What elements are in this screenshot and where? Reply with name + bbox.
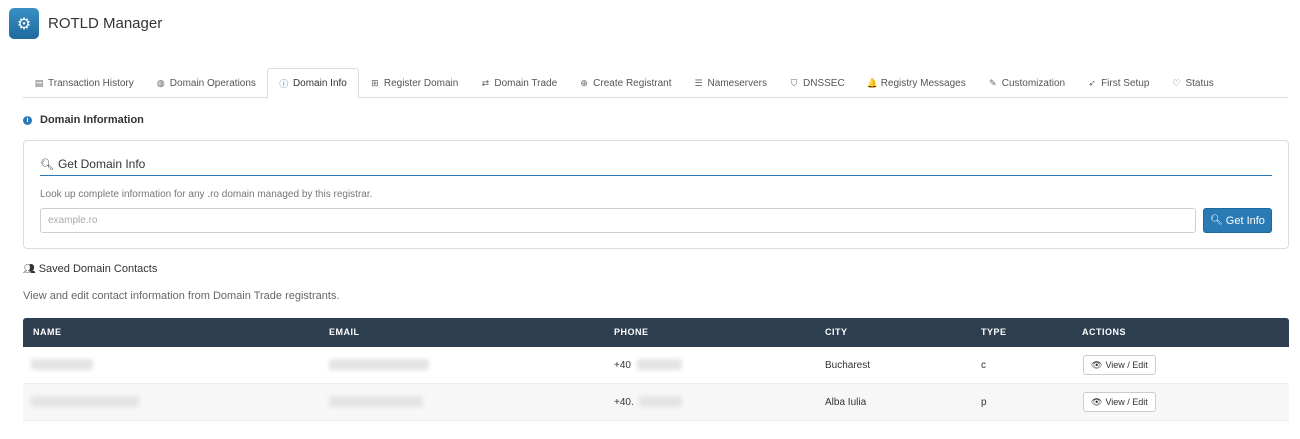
contacts-description: View and edit contact information from D… <box>23 290 340 302</box>
tab-nameservers[interactable]: ☰ Nameservers <box>683 68 778 98</box>
column-header-name: NAME <box>33 327 62 337</box>
redacted-email <box>329 359 429 370</box>
shield-icon: ⛉ <box>790 77 798 88</box>
eye-icon: 👁︎ <box>1091 359 1103 370</box>
redacted-name <box>31 359 93 370</box>
info-icon: i <box>23 115 32 125</box>
phone-prefix: +40. <box>614 397 634 408</box>
view-edit-button[interactable]: 👁︎ View / Edit <box>1083 355 1156 375</box>
search-icon: 🔍︎ <box>1210 215 1223 226</box>
contacts-table: NAME EMAIL PHONE CITY TYPE ACTIONS +40 B… <box>23 318 1289 421</box>
column-header-phone: PHONE <box>614 327 649 337</box>
column-header-email: EMAIL <box>329 327 360 337</box>
tab-status[interactable]: ♡ Status <box>1160 68 1224 98</box>
app-title: ROTLD Manager <box>48 15 163 32</box>
domain-input[interactable] <box>40 208 1196 233</box>
tab-label: Domain Info <box>292 78 347 89</box>
tab-label: First Setup <box>1101 77 1150 89</box>
tab-customization[interactable]: ✎ Customization <box>977 68 1076 98</box>
app-header: ⚙ ROTLD Manager <box>9 8 162 39</box>
gear-icon: ⚙ <box>9 8 39 39</box>
get-info-label: Get Info <box>1225 214 1265 227</box>
users-icon: 👥︎ <box>23 263 36 275</box>
heartbeat-icon: ♡ <box>1172 77 1181 88</box>
tab-label: DNSSEC <box>803 77 845 89</box>
search-icon: 🔍︎ <box>40 158 54 171</box>
city-cell: Bucharest <box>825 360 871 371</box>
tab-label: Create Registrant <box>593 77 672 89</box>
globe-icon: ◍ <box>156 77 165 88</box>
panel-divider <box>40 175 1272 176</box>
tab-first-setup[interactable]: ➶ First Setup <box>1076 68 1160 98</box>
column-header-type: TYPE <box>981 327 1007 337</box>
tab-registry-messages[interactable]: 🔔 Registry Messages <box>856 68 977 98</box>
redacted-phone <box>637 359 682 370</box>
panel-title: 🔍︎ Get Domain Info <box>40 157 145 171</box>
rocket-icon: ➶ <box>1088 77 1096 88</box>
tab-bar: ▤ Transaction History ◍ Domain Operations … <box>23 68 1288 99</box>
redacted-phone <box>639 396 682 407</box>
section-title-text: Domain Information <box>40 114 144 126</box>
column-header-actions: ACTIONS <box>1082 327 1126 337</box>
domain-lookup-panel: 🔍︎ Get Domain Info Look up complete info… <box>23 140 1289 249</box>
tab-domain-info[interactable]: ⓘ Domain Info <box>266 68 359 99</box>
panel-description: Look up complete information for any .ro… <box>40 189 373 200</box>
contacts-title: 👥︎ Saved Domain Contacts <box>23 263 157 275</box>
tab-label: Register Domain <box>383 77 459 89</box>
contacts-title-text: Saved Domain Contacts <box>38 263 158 275</box>
tab-create-registrant[interactable]: ⊕ Create Registrant <box>568 68 682 98</box>
view-edit-label: View / Edit <box>1105 360 1148 370</box>
tab-transaction-history[interactable]: ▤ Transaction History <box>23 68 145 98</box>
tab-label: Registry Messages <box>880 77 966 89</box>
type-cell: p <box>981 397 987 408</box>
server-icon: ☰ <box>694 77 703 88</box>
table-row: +40 Bucharest c 👁︎ View / Edit <box>23 347 1289 384</box>
city-cell: Alba Iulia <box>825 397 867 408</box>
redacted-email <box>329 396 423 407</box>
list-icon: ▤ <box>34 77 44 88</box>
tab-label: Domain Operations <box>169 77 256 89</box>
column-header-city: CITY <box>825 327 848 337</box>
redacted-name <box>31 396 139 407</box>
tab-domain-trade[interactable]: ⇄ Domain Trade <box>469 68 568 98</box>
view-edit-label: View / Edit <box>1105 397 1148 407</box>
tab-domain-operations[interactable]: ◍ Domain Operations <box>145 68 267 98</box>
bell-icon: 🔔 <box>866 77 878 88</box>
view-edit-button[interactable]: 👁︎ View / Edit <box>1083 392 1156 412</box>
eye-icon: 👁︎ <box>1091 396 1103 407</box>
tab-register-domain[interactable]: ⊞ Register Domain <box>359 68 469 98</box>
section-title: i Domain Information <box>23 114 144 126</box>
tab-label: Domain Trade <box>494 77 558 89</box>
table-row: +40. Alba Iulia p 👁︎ View / Edit <box>23 384 1289 421</box>
info-icon: ⓘ <box>279 79 289 89</box>
exchange-icon: ⇄ <box>481 77 490 88</box>
table-header: NAME EMAIL PHONE CITY TYPE ACTIONS <box>23 318 1289 347</box>
tab-label: Transaction History <box>48 77 134 89</box>
tab-label: Customization <box>1001 77 1066 89</box>
plus-circle-icon: ⊕ <box>580 77 588 88</box>
tab-dnssec[interactable]: ⛉ DNSSEC <box>778 68 856 98</box>
tab-label: Nameservers <box>707 77 767 89</box>
type-cell: c <box>981 360 986 371</box>
plus-square-icon: ⊞ <box>371 77 379 88</box>
tab-label: Status <box>1185 77 1214 89</box>
brush-icon: ✎ <box>988 77 997 88</box>
panel-title-text: Get Domain Info <box>57 157 146 171</box>
phone-prefix: +40 <box>614 360 631 371</box>
get-info-button[interactable]: 🔍︎ Get Info <box>1203 208 1272 233</box>
